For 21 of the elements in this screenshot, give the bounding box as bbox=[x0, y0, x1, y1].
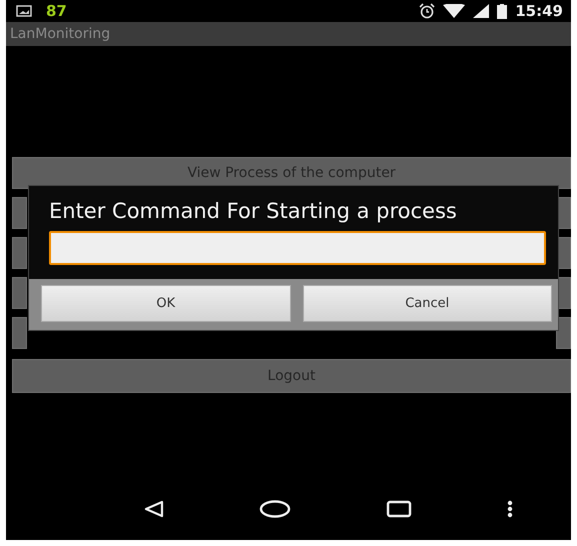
menu-button-edge bbox=[12, 317, 27, 349]
home-icon[interactable] bbox=[258, 500, 291, 518]
menu-button-edge bbox=[556, 317, 571, 349]
battery-icon bbox=[497, 4, 508, 18]
menu-button-edge bbox=[12, 277, 27, 309]
more-icon[interactable] bbox=[507, 500, 514, 518]
recents-icon[interactable] bbox=[386, 500, 412, 518]
menu-button-edge bbox=[12, 197, 27, 229]
app-title: LanMonitoring bbox=[10, 26, 110, 42]
notification-count: 87 bbox=[46, 2, 67, 20]
image-icon bbox=[16, 5, 32, 17]
dialog-button[interactable]: Cancel bbox=[302, 285, 552, 322]
clock-time: 15:49 bbox=[515, 2, 563, 20]
dialog-title: Enter Command For Starting a process bbox=[49, 200, 458, 223]
alarm-icon bbox=[419, 3, 436, 19]
signal-icon bbox=[473, 4, 490, 18]
wifi-icon bbox=[443, 4, 466, 18]
dialog-button[interactable]: OK bbox=[41, 285, 290, 322]
menu-button-edge bbox=[12, 237, 27, 269]
input-field[interactable] bbox=[49, 231, 546, 265]
back-icon[interactable] bbox=[144, 500, 164, 518]
